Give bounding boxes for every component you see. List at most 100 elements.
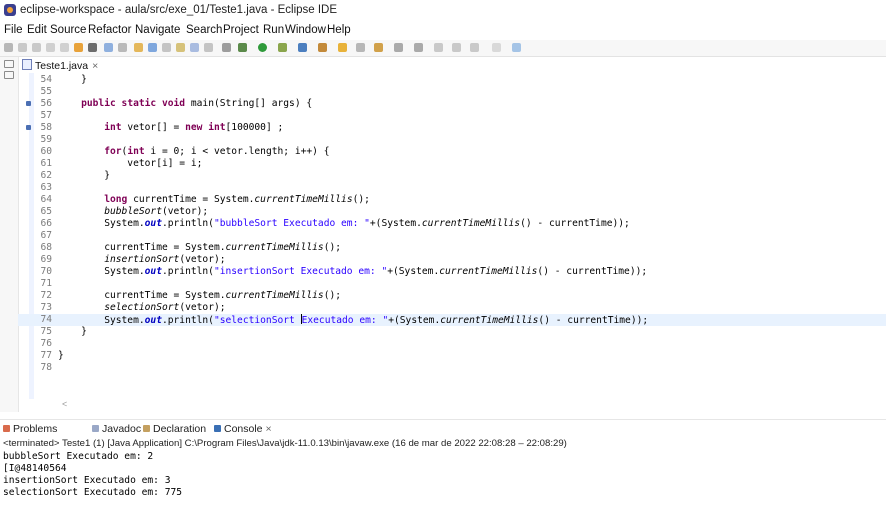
close-console-icon[interactable]: × (265, 423, 271, 435)
code-line[interactable]: 54 } (18, 74, 886, 86)
menu-refactor[interactable]: Refactor (88, 24, 131, 36)
show-source-icon[interactable] (204, 43, 213, 52)
code-editor[interactable]: 54 } 55 56 public static void main(String[… (18, 73, 886, 399)
code-text: } (58, 170, 110, 181)
open-type-icon[interactable] (338, 43, 347, 52)
code-line[interactable]: 75 } (18, 326, 886, 338)
code-line[interactable]: 71 (18, 278, 886, 290)
annotation-icon[interactable] (374, 43, 383, 52)
line-number: 74 (40, 314, 52, 325)
new-java-project-icon[interactable] (298, 43, 307, 52)
search-icon[interactable] (134, 43, 143, 52)
back-icon[interactable] (452, 43, 461, 52)
line-number: 67 (40, 230, 52, 241)
mark-occurrences-icon[interactable] (162, 43, 171, 52)
save-all-icon[interactable] (32, 43, 41, 52)
editor-tab[interactable]: Teste1.java × (22, 59, 98, 73)
code-line[interactable]: 68 currentTime = System.currentTimeMilli… (18, 242, 886, 254)
code-line[interactable]: 65 bubbleSort(vetor); (18, 206, 886, 218)
package-explorer-icon[interactable] (4, 71, 14, 79)
code-line[interactable]: 58 int vetor[] = new int[100000] ; (18, 122, 886, 134)
line-number: 58 (40, 122, 52, 133)
code-line[interactable]: 66 System.out.println("bubbleSort Execut… (18, 218, 886, 230)
code-line[interactable]: 56 public static void main(String[] args… (18, 98, 886, 110)
run-icon[interactable] (258, 43, 267, 52)
menu-run[interactable]: Run (263, 24, 284, 36)
line-number: 68 (40, 242, 52, 253)
menu-window[interactable]: Window (285, 24, 326, 36)
code-text: System.out.println("insertionSort Execut… (58, 266, 648, 277)
last-edit-icon[interactable] (434, 43, 443, 52)
print-icon[interactable] (46, 43, 55, 52)
menu-project[interactable]: Project (223, 24, 259, 36)
code-line[interactable]: 61 vetor[i] = i; (18, 158, 886, 170)
console-output[interactable]: bubbleSort Executado em: 2 [I@48140564 i… (3, 451, 182, 499)
console-icon (214, 425, 221, 432)
code-line[interactable]: 70 System.out.println("insertionSort Exe… (18, 266, 886, 278)
code-line[interactable]: 67 (18, 230, 886, 242)
whitespace-icon[interactable] (190, 43, 199, 52)
coverage-icon[interactable] (278, 43, 287, 52)
debug-icon[interactable] (238, 43, 247, 52)
forward-icon[interactable] (470, 43, 479, 52)
code-text: } (58, 326, 87, 337)
horizontal-scrollbar[interactable]: < (18, 399, 886, 411)
external-tools-icon[interactable] (118, 43, 127, 52)
block-selection-icon[interactable] (176, 43, 185, 52)
perspective-icon[interactable] (512, 43, 521, 52)
code-line[interactable]: 55 (18, 86, 886, 98)
code-line[interactable]: 64 long currentTime = System.currentTime… (18, 194, 886, 206)
code-line[interactable]: 76 (18, 338, 886, 350)
line-number: 57 (40, 110, 52, 121)
build-icon[interactable] (60, 43, 69, 52)
code-text: selectionSort(vetor); (104, 302, 226, 313)
tab-declaration[interactable]: Declaration (143, 423, 206, 435)
menu-navigate[interactable]: Navigate (135, 24, 180, 36)
menu-search[interactable]: Search (186, 24, 222, 36)
tab-javadoc[interactable]: Javadoc (92, 423, 141, 435)
close-tab-icon[interactable]: × (92, 60, 98, 72)
code-line[interactable]: 60 for(int i = 0; i < vetor.length; i++)… (18, 146, 886, 158)
tab-console-label: Console (224, 423, 263, 435)
override-marker-icon[interactable] (26, 125, 31, 130)
previous-annotation-icon[interactable] (414, 43, 423, 52)
scroll-left-icon[interactable]: < (62, 399, 67, 409)
code-text: currentTime = System.currentTimeMillis()… (58, 290, 342, 301)
code-line[interactable]: 59 (18, 134, 886, 146)
code-line[interactable]: 77} (18, 350, 886, 362)
line-number: 73 (40, 302, 52, 313)
code-line[interactable]: 63 (18, 182, 886, 194)
tab-problems[interactable]: Problems (3, 423, 57, 435)
outline-icon[interactable] (148, 43, 157, 52)
line-number: 77 (40, 350, 52, 361)
code-line[interactable]: 73 selectionSort(vetor); (18, 302, 886, 314)
terminal-icon[interactable] (104, 43, 113, 52)
bottom-panel: Problems Javadoc Declaration Console × <… (0, 419, 886, 523)
menu-file[interactable]: File (4, 24, 23, 36)
open-task-icon[interactable] (356, 43, 365, 52)
override-marker-icon[interactable] (26, 101, 31, 106)
save-icon[interactable] (18, 43, 27, 52)
new-icon[interactable] (4, 43, 13, 52)
problems-icon (3, 425, 10, 432)
restore-view-icon[interactable] (4, 60, 14, 68)
next-annotation-icon[interactable] (394, 43, 403, 52)
menu-help[interactable]: Help (327, 24, 351, 36)
console-line: bubbleSort Executado em: 2 (3, 451, 154, 462)
code-line[interactable]: 69 insertionSort(vetor); (18, 254, 886, 266)
console-line: insertionSort Executado em: 3 (3, 475, 171, 486)
code-line[interactable]: 78 (18, 362, 886, 374)
code-line[interactable]: 62 } (18, 170, 886, 182)
menu-edit[interactable]: Edit (27, 24, 47, 36)
skip-breakpoints-icon[interactable] (222, 43, 231, 52)
menu-source[interactable]: Source (50, 24, 86, 36)
settings-icon[interactable] (74, 43, 83, 52)
new-package-icon[interactable] (318, 43, 327, 52)
code-line[interactable]: 72 currentTime = System.currentTimeMilli… (18, 290, 886, 302)
tab-console[interactable]: Console × (214, 423, 272, 435)
target-icon[interactable] (88, 43, 97, 52)
code-line[interactable]: 57 (18, 110, 886, 122)
code-line[interactable]: 74 System.out.println("selectionSort Exe… (18, 314, 886, 326)
line-number: 65 (40, 206, 52, 217)
pin-editor-icon[interactable] (492, 43, 501, 52)
